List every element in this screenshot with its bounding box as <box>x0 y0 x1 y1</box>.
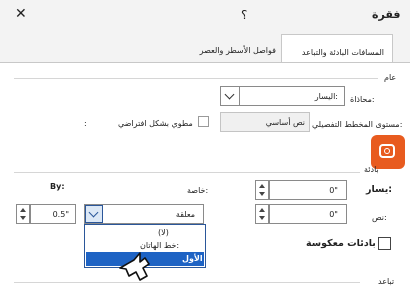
alignment-label: محاذاة: <box>350 95 375 104</box>
spacing-heading: تباعد <box>378 277 395 286</box>
dialog-title: فقرة <box>372 8 401 21</box>
colon-mark: : <box>84 119 87 128</box>
special-value: معلقة <box>175 210 195 219</box>
tab-indents-spacing-label: المسافات البادئة والتباعد <box>301 48 384 57</box>
camera-badge-icon <box>371 135 405 169</box>
indent-heading: بادئة <box>364 165 379 174</box>
indent-divider <box>14 172 360 173</box>
right-indent-spinner[interactable] <box>255 204 269 224</box>
special-label: خاصة: <box>187 186 209 195</box>
left-indent-label: يسار: <box>366 184 393 195</box>
tab-indents-spacing[interactable]: المسافات البادئة والتباعد <box>281 34 393 62</box>
by-label: By: <box>50 182 65 191</box>
outline-level-label: مستوى المخطط التفصيلي: <box>312 120 403 129</box>
tab-line-page-breaks-label: فواصل الأسطر والعصر <box>199 46 276 55</box>
chevron-down-icon <box>88 207 99 218</box>
spacing-divider <box>14 282 360 283</box>
alignment-dropdown-button[interactable] <box>221 87 240 105</box>
chevron-down-icon <box>224 89 235 100</box>
by-input[interactable]: 0.5" <box>30 204 76 224</box>
by-spinner[interactable] <box>16 204 30 224</box>
mirror-indents-checkbox[interactable] <box>378 237 391 250</box>
mouse-pointer-icon <box>119 252 150 281</box>
collapsed-default-label: مطوي بشكل افتراضي <box>118 119 193 128</box>
help-button[interactable]: ؟ <box>241 8 247 22</box>
mirror-indents-label: بادئات معكوسة <box>306 238 376 249</box>
right-indent-input[interactable]: 0" <box>269 204 347 224</box>
outline-level-select[interactable]: نص أساسي <box>220 112 310 132</box>
general-heading: عام <box>384 73 397 82</box>
left-indent-input[interactable]: 0" <box>269 180 347 200</box>
special-option-none[interactable]: (لا) <box>86 226 204 239</box>
outline-level-value: نص أساسي <box>265 118 305 127</box>
general-divider <box>14 78 378 79</box>
close-button[interactable]: ✕ <box>15 6 27 22</box>
dialog-title-bar: ✕ ؟ فقرة <box>0 0 410 30</box>
special-select[interactable]: معلقة <box>84 204 204 224</box>
right-indent-label: نص: <box>372 213 387 222</box>
alignment-select[interactable]: اليسار: <box>220 86 345 106</box>
by-value: 0.5" <box>52 210 69 219</box>
left-indent-value: 0" <box>329 186 338 195</box>
special-dropdown-button[interactable] <box>85 205 103 223</box>
tab-strip: المسافات البادئة والتباعد فواصل الأسطر و… <box>0 30 410 62</box>
right-indent-value: 0" <box>329 210 338 219</box>
tab-line-page-breaks[interactable]: فواصل الأسطر والعصر <box>172 38 280 62</box>
collapsed-default-checkbox[interactable] <box>198 116 209 127</box>
left-indent-spinner[interactable] <box>255 180 269 200</box>
alignment-value: اليسار: <box>314 92 338 101</box>
